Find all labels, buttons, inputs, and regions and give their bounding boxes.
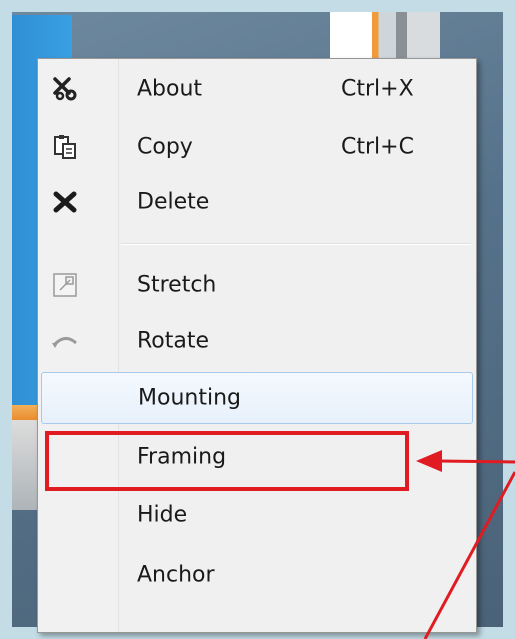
annotation-pointer-line [423,471,515,639]
annotation-arrow-line [437,459,515,464]
annotation-arrows [416,450,515,639]
annotation-arrowhead [416,450,442,472]
